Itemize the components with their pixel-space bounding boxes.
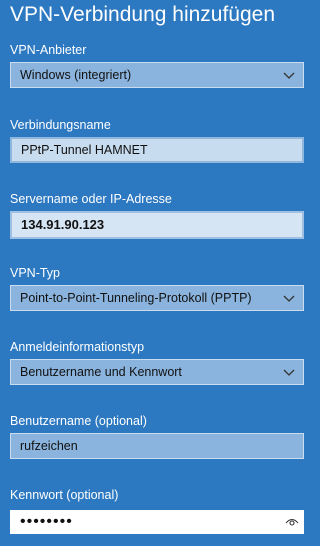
vpn-provider-dropdown[interactable]: Windows (integriert) xyxy=(10,62,304,88)
vpn-provider-label: VPN-Anbieter xyxy=(10,43,87,57)
username-value: rufzeichen xyxy=(20,439,78,453)
server-address-input[interactable]: 134.91.90.123 xyxy=(10,211,304,239)
password-input[interactable]: •••••••• xyxy=(10,510,304,534)
connection-name-input[interactable]: PPtP-Tunnel HAMNET xyxy=(10,137,304,163)
chevron-down-icon xyxy=(283,295,295,302)
vpn-add-connection-page: VPN-Verbindung hinzufügen VPN-Anbieter W… xyxy=(0,0,320,546)
server-address-value: 134.91.90.123 xyxy=(21,217,105,232)
page-title: VPN-Verbindung hinzufügen xyxy=(10,3,276,26)
chevron-down-icon xyxy=(283,369,295,376)
signin-info-type-dropdown[interactable]: Benutzername und Kennwort xyxy=(10,359,304,385)
password-label: Kennwort (optional) xyxy=(10,488,119,502)
signin-info-type-value: Benutzername und Kennwort xyxy=(20,365,182,379)
connection-name-label: Verbindungsname xyxy=(10,118,111,132)
eye-icon[interactable] xyxy=(285,516,299,528)
vpn-provider-value: Windows (integriert) xyxy=(20,68,132,82)
vpn-type-label: VPN-Typ xyxy=(10,266,61,280)
vpn-type-value: Point-to-Point-Tunneling-Protokoll (PPTP… xyxy=(20,291,252,305)
server-address-label: Servername oder IP-Adresse xyxy=(10,192,172,206)
connection-name-value: PPtP-Tunnel HAMNET xyxy=(21,143,148,157)
username-label: Benutzername (optional) xyxy=(10,414,147,428)
chevron-down-icon xyxy=(283,72,295,79)
signin-info-type-label: Anmeldeinformationstyp xyxy=(10,340,145,354)
password-value: •••••••• xyxy=(20,513,73,530)
username-input[interactable]: rufzeichen xyxy=(10,433,304,459)
vpn-type-dropdown[interactable]: Point-to-Point-Tunneling-Protokoll (PPTP… xyxy=(10,285,304,311)
